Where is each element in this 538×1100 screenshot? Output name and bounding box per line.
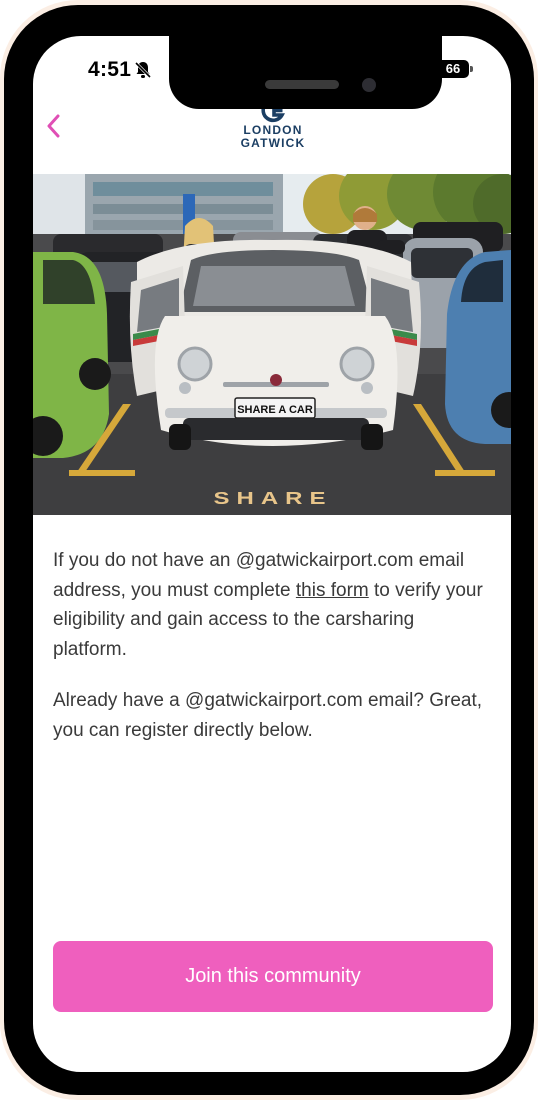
join-community-button[interactable]: Join this community bbox=[53, 941, 493, 1012]
eligibility-paragraph: If you do not have an @gatwickairport.co… bbox=[53, 546, 493, 664]
chevron-left-icon bbox=[47, 114, 60, 138]
ground-share-text: SHARE bbox=[214, 489, 333, 509]
speaker-grille bbox=[265, 80, 339, 89]
battery-cap bbox=[470, 66, 473, 72]
notch bbox=[169, 36, 442, 109]
hero-image: SHARE A CAR SHARE bbox=[33, 174, 511, 515]
phone-screen: 4:51 66 LONDON GATWICK SHARE A CAR SHARE… bbox=[33, 36, 511, 1072]
info-text: If you do not have an @gatwickairport.co… bbox=[53, 546, 493, 767]
app-canvas: 4:51 66 LONDON GATWICK SHARE A CAR SHARE… bbox=[0, 0, 538, 1100]
plate-text: SHARE A CAR bbox=[237, 404, 313, 416]
bell-slash-icon bbox=[135, 61, 151, 79]
front-camera bbox=[362, 78, 376, 92]
this-form-link[interactable]: this form bbox=[296, 580, 369, 601]
register-paragraph: Already have a @gatwickairport.com email… bbox=[53, 690, 483, 741]
back-button[interactable] bbox=[37, 108, 73, 144]
logo-text-line2: GATWICK bbox=[240, 136, 306, 150]
status-time: 4:51 bbox=[88, 58, 132, 81]
carpark-photo: SHARE A CAR SHARE bbox=[33, 174, 511, 515]
